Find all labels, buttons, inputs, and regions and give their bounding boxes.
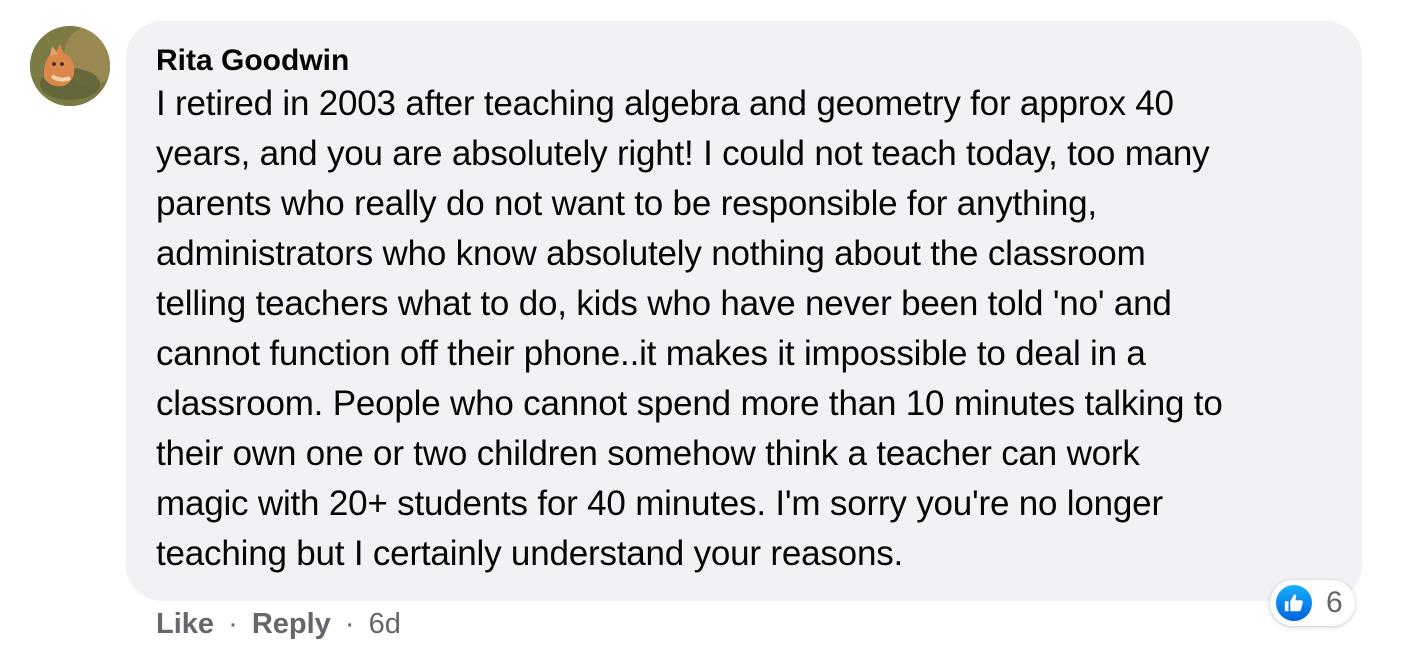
comment-line: I retired in 2003 after teaching algebra… [156,84,1174,123]
like-button[interactable]: Like [156,608,214,640]
separator: · [344,608,355,640]
thumbs-up-icon [1274,583,1314,623]
comment-bubble: Rita Goodwin I retired in 2003 after tea… [126,21,1362,601]
comment-author-name[interactable]: Rita Goodwin [156,43,1332,79]
reaction-count: 6 [1326,586,1343,619]
separator: · [228,608,238,640]
comment-line: telling teachers what to do, kids who ha… [156,284,1172,323]
comment-text: I retired in 2003 after teaching algebra… [156,79,1332,579]
avatar[interactable] [30,26,110,106]
comment-line: cannot function off their phone..it make… [156,334,1146,373]
comment-line: teaching but I certainly understand your… [156,534,904,573]
reaction-summary[interactable]: 6 [1270,580,1355,626]
comment-line: their own one or two children somehow th… [156,434,1140,473]
comment-line: magic with 20+ students for 40 minutes. … [156,484,1163,523]
comment-line: classroom. People who cannot spend more … [156,384,1223,423]
reply-button[interactable]: Reply [252,608,331,640]
comment-line: parents who really do not want to be res… [156,184,1097,223]
profile-photo-cat-icon [30,26,110,106]
comment-line: administrators who know absolutely nothi… [156,234,1146,273]
comment-actions: Like · Reply · 6d [156,604,401,644]
comment-timestamp[interactable]: 6d [369,608,401,640]
comment-line: years, and you are absolutely right! I c… [156,134,1210,173]
